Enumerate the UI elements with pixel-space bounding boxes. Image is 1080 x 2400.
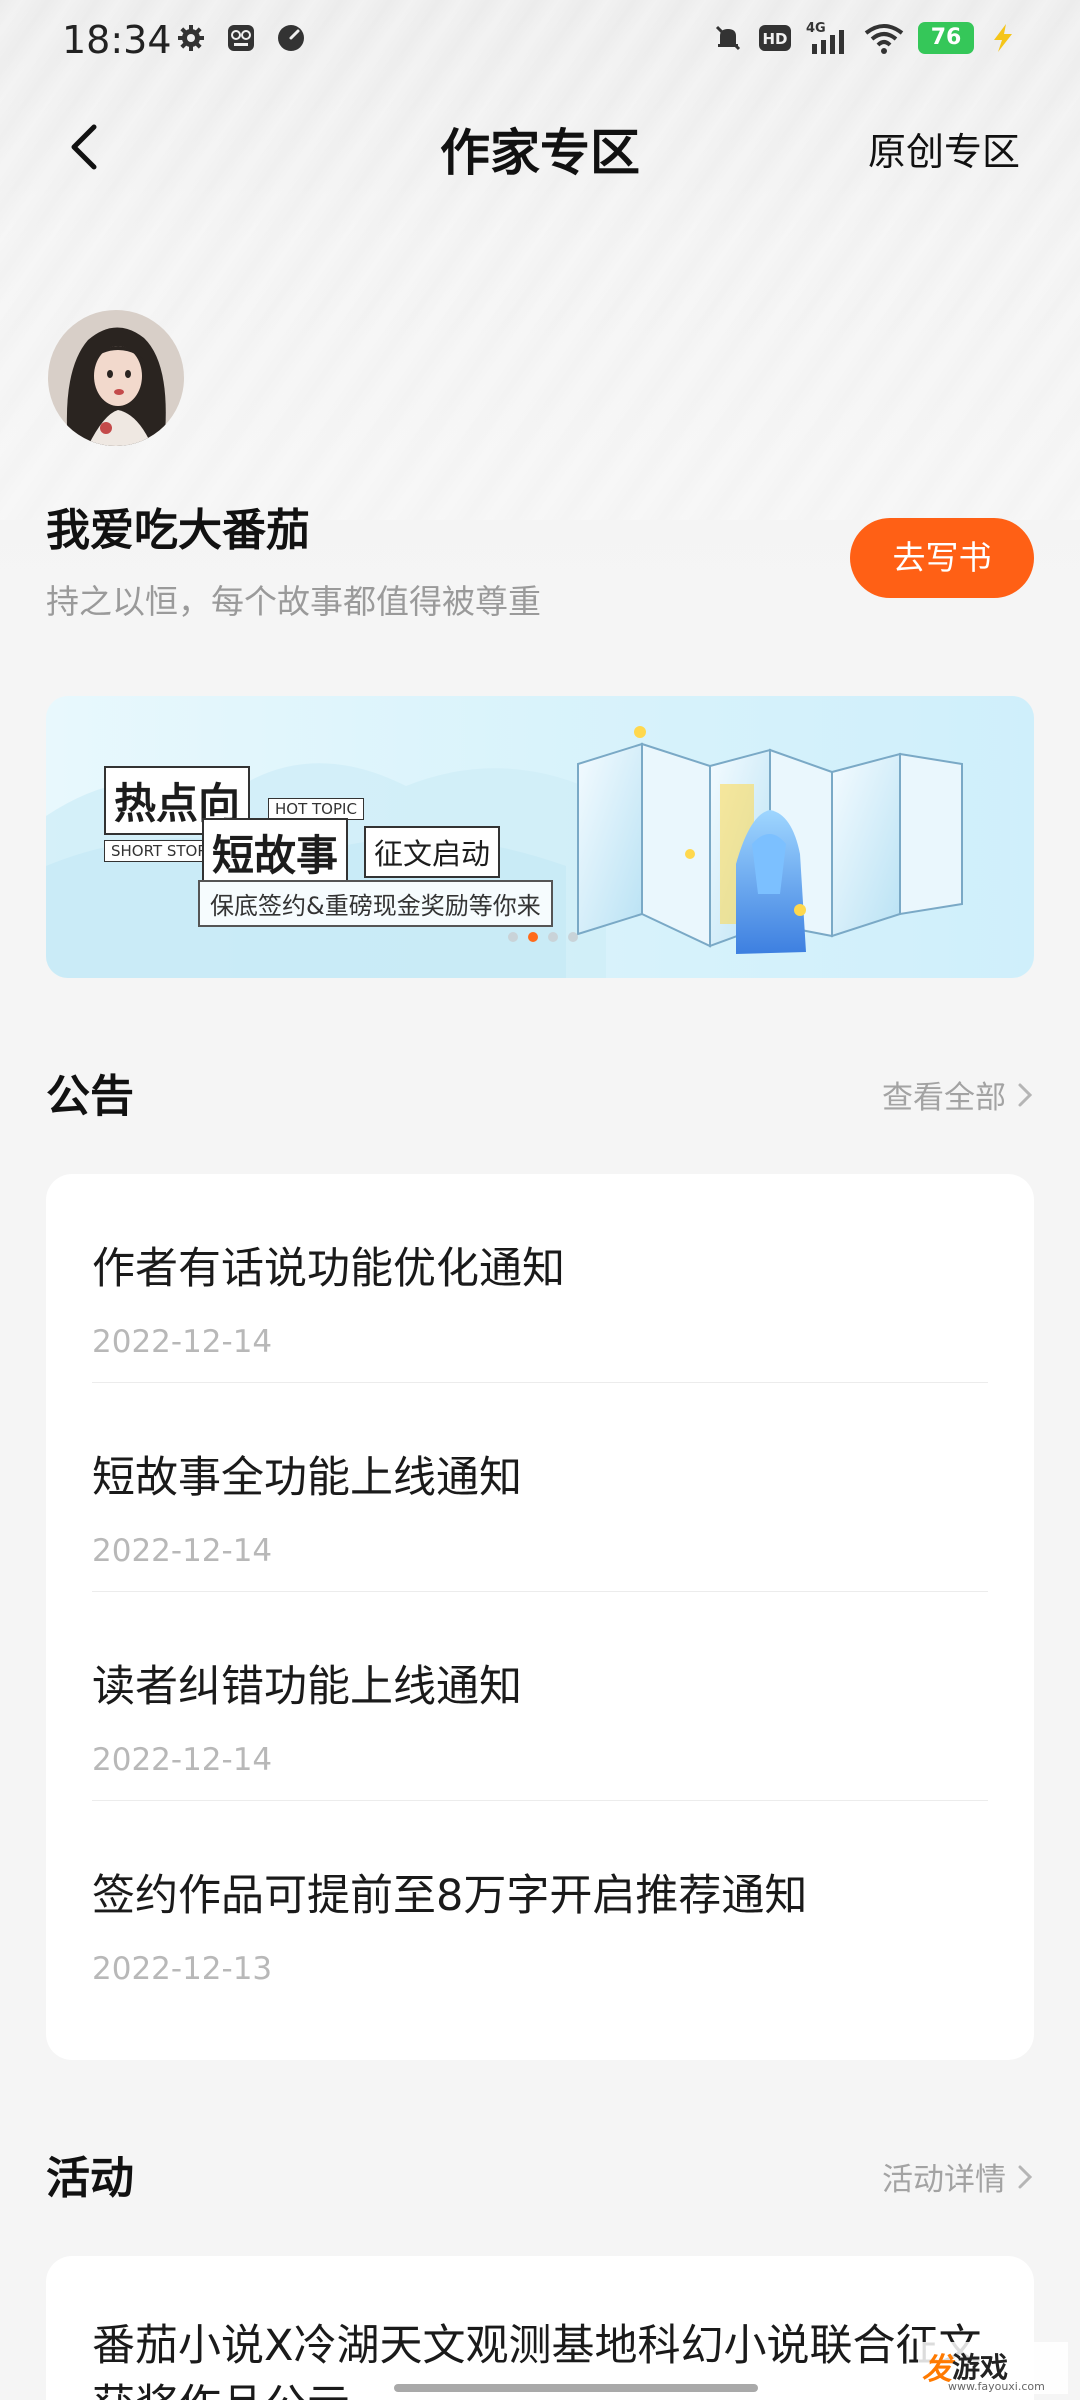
- chevron-right-icon: [1018, 2165, 1033, 2188]
- signal-icon: 4G: [806, 21, 844, 54]
- notices-card: 作者有话说功能优化通知 2022-12-14 短故事全功能上线通知 2022-1…: [46, 1174, 1034, 2060]
- hd-icon: HD: [759, 25, 791, 51]
- app-notification-icon: [228, 25, 254, 51]
- activity-details-link[interactable]: 活动详情: [882, 2154, 1034, 2199]
- banner-tag-hot: HOT TOPIC: [268, 798, 364, 820]
- pagination-dot: [548, 932, 558, 942]
- notice-title: 作者有话说功能优化通知: [92, 1244, 565, 1294]
- notice-date: 2022-12-14: [92, 1533, 273, 1569]
- pagination-dot-active: [528, 932, 538, 942]
- banner-pagination: [508, 932, 578, 942]
- original-zone-link[interactable]: 原创专区: [868, 121, 1020, 176]
- profile-name: 我爱吃大番茄: [46, 505, 310, 556]
- bell-muted-icon: [715, 25, 741, 51]
- network-label: 4G: [806, 21, 826, 36]
- watermark-url: www.fayouxi.com: [948, 2380, 1045, 2393]
- status-icons-left: [175, 22, 307, 54]
- gear-icon: [178, 25, 204, 51]
- home-indicator[interactable]: [394, 2384, 758, 2392]
- hd-label: HD: [762, 30, 787, 48]
- notice-title: 短故事全功能上线通知: [92, 1453, 522, 1503]
- pagination-dot: [568, 932, 578, 942]
- status-icons-right: HD 4G 76: [712, 20, 1018, 56]
- promo-banner[interactable]: 热点向 HOT TOPIC SHORT STORY 短故事 征文启动 保底签约&…: [46, 696, 1034, 978]
- watermark-logo: 发 游戏 www.fayouxi.com: [918, 2342, 1068, 2394]
- wifi-icon: [864, 24, 904, 54]
- status-time: 18:34: [62, 18, 172, 62]
- notice-item[interactable]: 读者纠错功能上线通知 2022-12-14: [92, 1592, 988, 1801]
- chevron-right-icon: [1018, 1083, 1033, 1106]
- activities-section-title: 活动: [46, 2153, 134, 2204]
- notice-date: 2022-12-14: [92, 1742, 273, 1778]
- avatar-illustration: [48, 310, 184, 446]
- page: 18:34 HD 4G 76 作家专区 原创专区 我爱吃大番茄 持之以恒，每个故…: [0, 0, 1080, 2400]
- avatar[interactable]: [48, 310, 184, 446]
- view-all-link[interactable]: 查看全部: [882, 1072, 1034, 1117]
- activity-card[interactable]: 番茄小说X冷湖天文观测基地科幻小说联合征文获奖作品公示: [46, 2256, 1034, 2400]
- banner-screens-illustration: [577, 726, 963, 954]
- banner-line3: 征文启动: [364, 826, 501, 878]
- notice-title: 读者纠错功能上线通知: [92, 1662, 522, 1712]
- profile-motto: 持之以恒，每个故事都值得被尊重: [46, 582, 541, 621]
- notice-title: 签约作品可提前至8万字开启推荐通知: [92, 1871, 808, 1921]
- banner-subtitle: 保底签约&重磅现金奖励等你来: [198, 880, 553, 927]
- view-all-label: 查看全部: [882, 1080, 1006, 1116]
- notices-section-title: 公告: [46, 1071, 134, 1122]
- notice-item[interactable]: 作者有话说功能优化通知 2022-12-14: [92, 1174, 988, 1383]
- notice-date: 2022-12-14: [92, 1324, 273, 1360]
- pagination-dot: [508, 932, 518, 942]
- header: 作家专区 原创专区: [0, 95, 1080, 205]
- notice-date: 2022-12-13: [92, 1951, 273, 1987]
- activity-details-label: 活动详情: [882, 2162, 1006, 2198]
- speedometer-icon: [278, 25, 304, 51]
- write-book-button[interactable]: 去写书: [850, 518, 1034, 598]
- notice-item[interactable]: 短故事全功能上线通知 2022-12-14: [92, 1383, 988, 1592]
- banner-line2: 短故事: [202, 818, 349, 887]
- battery-indicator: 76: [918, 22, 974, 54]
- notice-item[interactable]: 签约作品可提前至8万字开启推荐通知 2022-12-13: [92, 1801, 988, 2010]
- charging-bolt-icon: [994, 24, 1012, 52]
- status-bar: 18:34 HD 4G 76: [0, 0, 1080, 90]
